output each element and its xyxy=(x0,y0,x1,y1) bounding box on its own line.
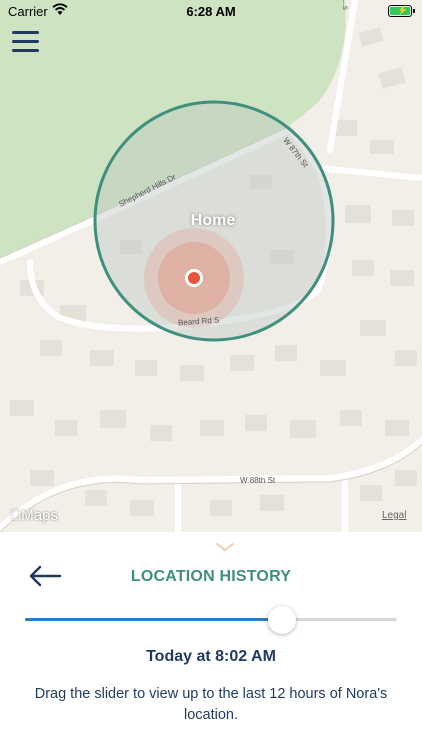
road-label-w-88th: W 88th St xyxy=(240,476,276,485)
status-time: 6:28 AM xyxy=(186,4,236,19)
chevron-down-icon[interactable] xyxy=(215,542,235,552)
slider-description: Drag the slider to view up to the last 1… xyxy=(34,686,388,723)
slider-thumb[interactable] xyxy=(267,606,296,634)
location-history-panel: LOCATION HISTORY Today at 8:02 AM Drag t… xyxy=(0,532,422,750)
maps-provider-label: Maps xyxy=(10,507,58,524)
apple-logo-icon:  xyxy=(10,507,21,524)
geofence-label: Home xyxy=(190,212,236,229)
battery-level: ⚡ xyxy=(390,5,410,15)
map-view[interactable]: Shepherd Hills Dr W 87th St Beard Rd S W… xyxy=(0,0,422,532)
hamburger-icon[interactable] xyxy=(12,31,40,53)
history-slider[interactable] xyxy=(25,604,397,634)
maps-attribution: Maps xyxy=(10,507,58,524)
panel-title: LOCATION HISTORY xyxy=(130,568,292,585)
legal-link[interactable]: Legal xyxy=(382,510,406,521)
location-dot xyxy=(188,272,200,284)
selected-time-label: Today at 8:02 AM xyxy=(146,648,276,665)
map-canvas xyxy=(0,0,422,532)
status-bar: Carrier 6:28 AM ⚡ xyxy=(0,0,422,24)
battery-icon: ⚡ xyxy=(388,5,415,17)
slider-fill xyxy=(25,618,282,621)
charging-icon: ⚡ xyxy=(397,5,409,15)
